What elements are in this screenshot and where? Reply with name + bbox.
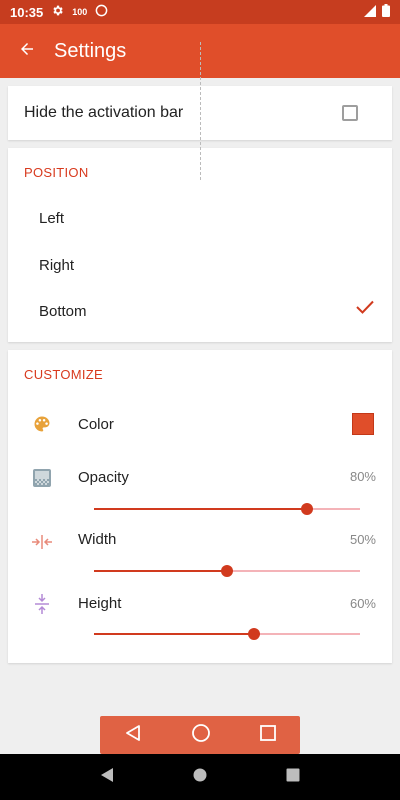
opacity-value: 80% <box>349 469 376 484</box>
signal-icon <box>364 4 376 20</box>
arrow-back-icon <box>18 40 36 63</box>
width-slider[interactable] <box>94 565 360 577</box>
opacity-label: Opacity <box>78 469 129 486</box>
status-bar: 10:35 100 <box>0 0 400 24</box>
slider-fill <box>94 633 254 635</box>
palette-icon <box>30 412 54 436</box>
slider-fill <box>94 570 227 572</box>
status-indicator: 100 <box>72 7 88 17</box>
home-circle-icon[interactable] <box>191 723 211 748</box>
height-label: Height <box>78 595 122 612</box>
back-triangle-icon[interactable] <box>124 724 142 747</box>
back-button[interactable] <box>0 24 54 78</box>
activation-line-preview <box>200 42 201 180</box>
hide-activation-bar-checkbox[interactable] <box>342 105 358 121</box>
width-label: Width <box>78 531 117 548</box>
nav-back-icon[interactable] <box>100 767 114 788</box>
opacity-slider[interactable] <box>94 503 360 515</box>
position-option-right[interactable]: Right <box>39 257 74 274</box>
recents-square-icon[interactable] <box>259 724 276 746</box>
battery-icon <box>382 4 390 20</box>
slider-thumb[interactable] <box>221 565 233 577</box>
system-nav-bar <box>0 754 400 800</box>
slider-fill <box>94 508 307 510</box>
width-value: 50% <box>349 532 376 547</box>
height-value: 60% <box>349 596 376 611</box>
opacity-icon <box>30 466 54 490</box>
height-slider[interactable] <box>94 628 360 640</box>
height-icon <box>30 592 54 616</box>
check-icon <box>356 300 374 319</box>
color-swatch[interactable] <box>352 413 374 435</box>
color-label: Color <box>78 416 114 433</box>
gear-icon <box>51 4 64 20</box>
customize-section-title: CUSTOMIZE <box>24 367 104 382</box>
position-option-left[interactable]: Left <box>39 210 64 227</box>
status-time: 10:35 <box>10 4 44 20</box>
slider-thumb[interactable] <box>247 628 260 640</box>
width-icon <box>30 530 54 554</box>
page-title: Settings <box>54 39 127 62</box>
position-section-title: POSITION <box>24 165 89 180</box>
position-option-bottom[interactable]: Bottom <box>39 303 87 320</box>
customize-section: CUSTOMIZE Color Opacity 80% Width 50% He… <box>8 350 392 663</box>
circle-icon <box>95 4 108 20</box>
activation-bar[interactable] <box>100 716 300 754</box>
nav-recents-icon[interactable] <box>286 768 300 787</box>
slider-thumb[interactable] <box>300 503 313 515</box>
nav-home-icon[interactable] <box>193 768 207 787</box>
hide-activation-bar-label: Hide the activation bar <box>24 104 184 121</box>
